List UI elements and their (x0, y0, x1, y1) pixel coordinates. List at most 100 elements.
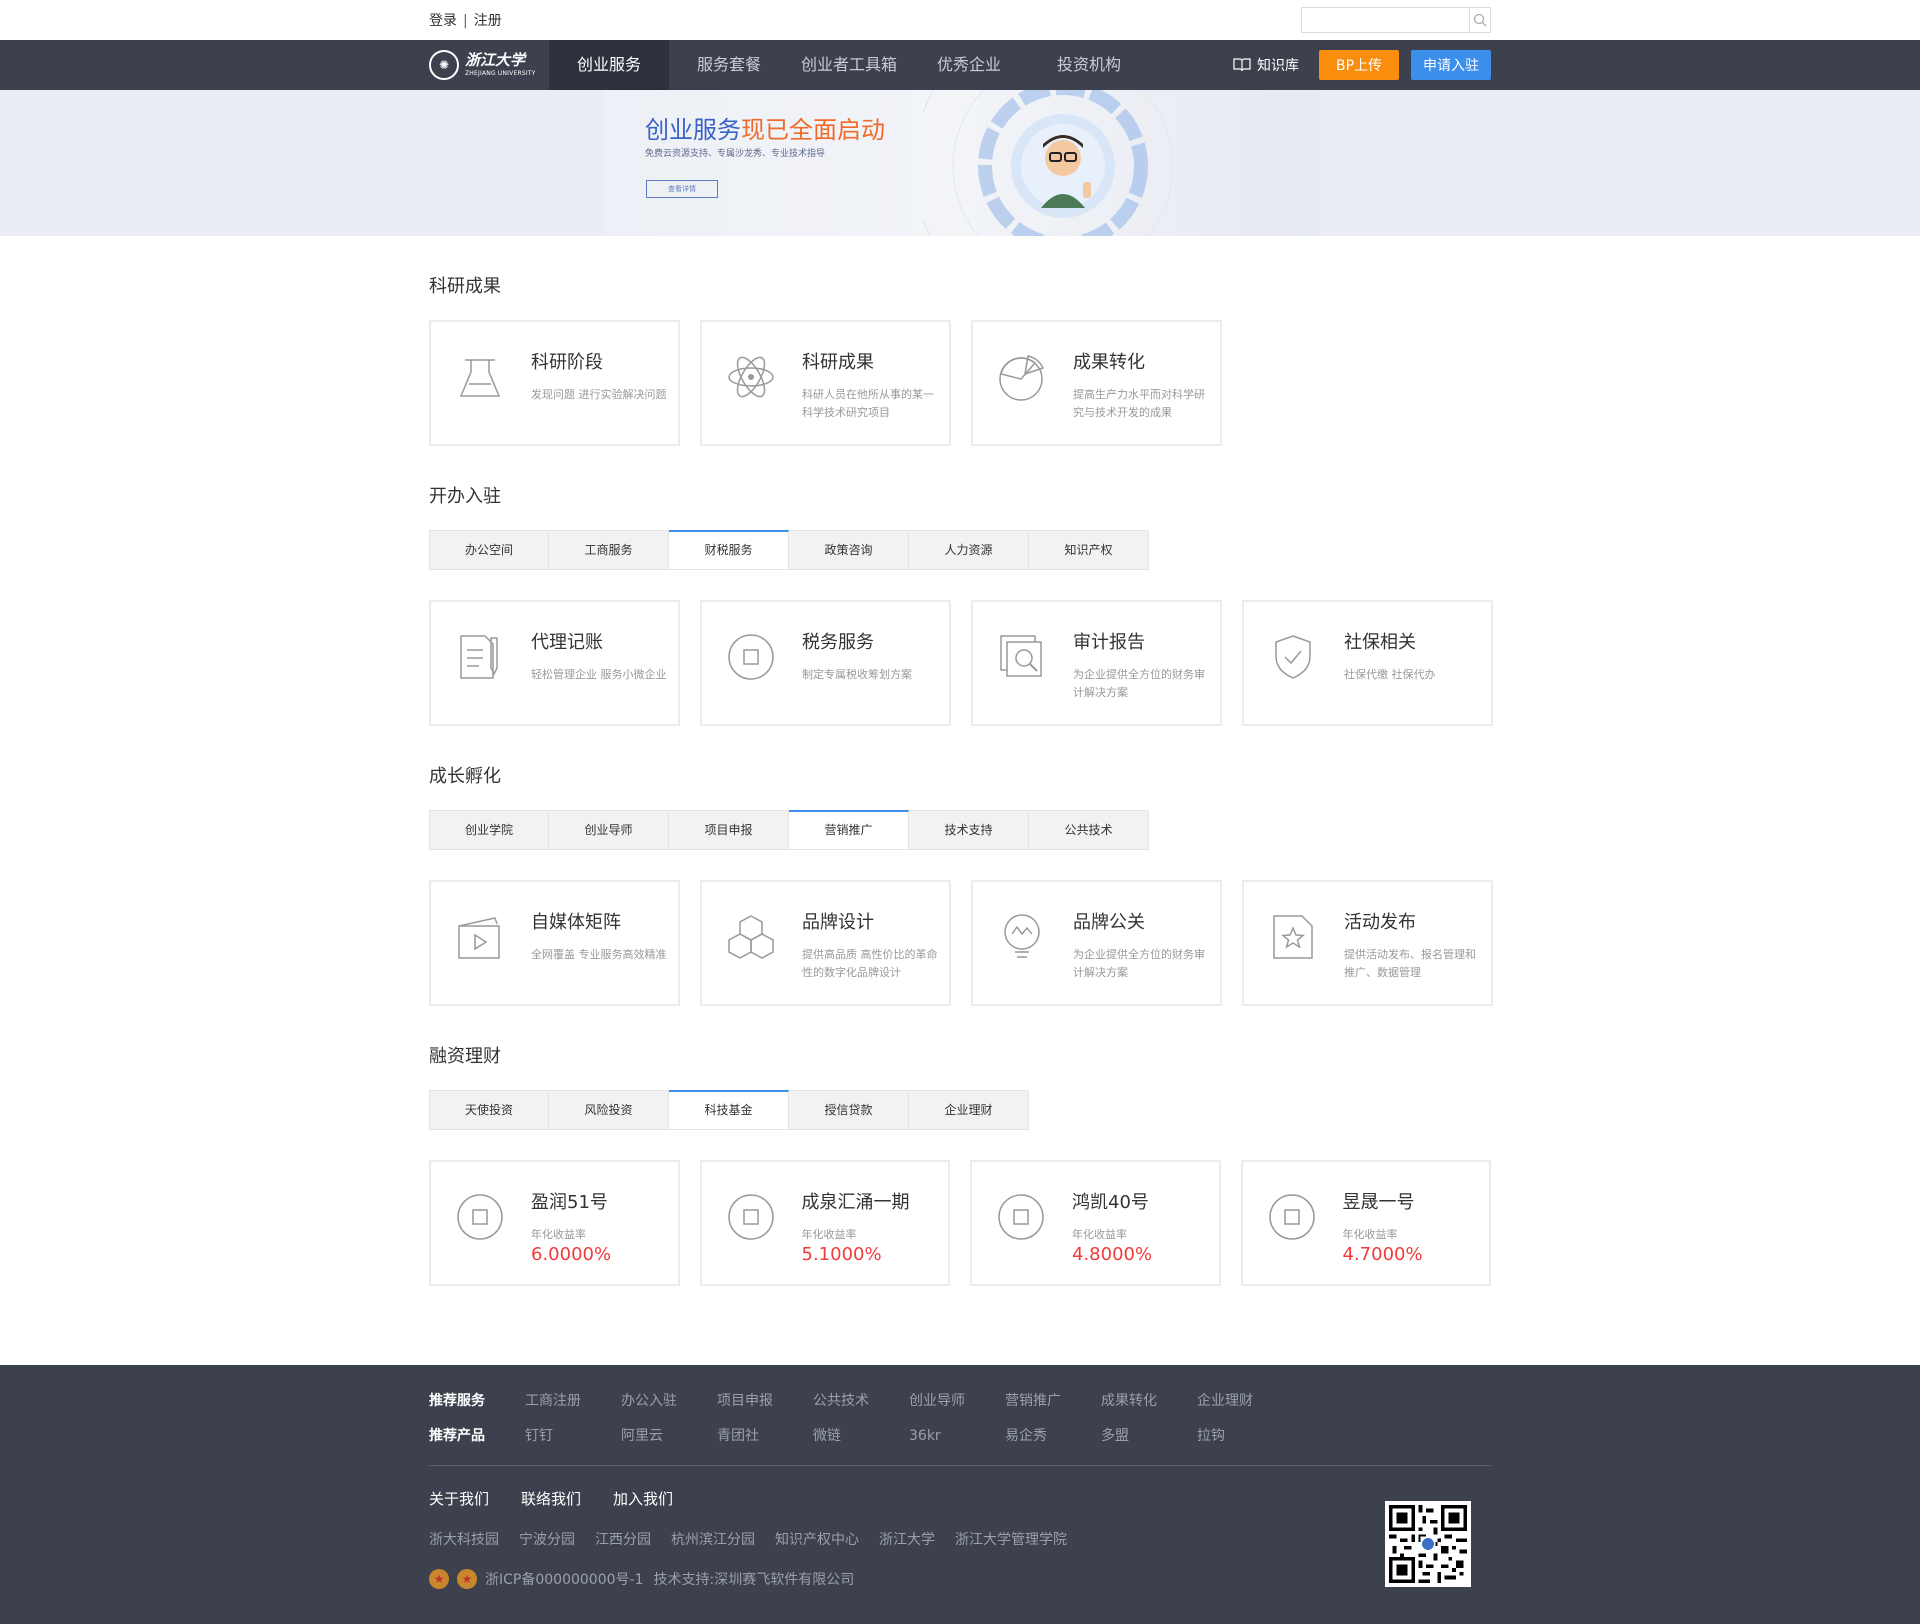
pie-chart-icon (999, 355, 1045, 401)
card-title: 成泉汇涌一期 (801, 1192, 910, 1213)
zju-logo[interactable]: ✺ 浙江大学 ZHEJIANG UNIVERSITY (429, 40, 549, 90)
card-results-transfer[interactable]: 成果转化 提高生产力水平而对科学研究与技术开发的成果 (971, 320, 1222, 446)
footer-link[interactable]: 36kr (909, 1426, 1005, 1461)
footer-link[interactable]: 创业导师 (909, 1391, 1005, 1426)
rate-label: 年化收益率 (1072, 1228, 1127, 1241)
rate-value: 5.1000% (801, 1244, 882, 1265)
rec-services-label: 推荐服务 (429, 1393, 485, 1409)
nav-item-toolbox[interactable]: 创业者工具箱 (789, 40, 909, 90)
tab-angel-investment[interactable]: 天使投资 (429, 1090, 549, 1130)
card-fund-2[interactable]: 成泉汇涌一期年化收益率 5.1000% (699, 1160, 950, 1286)
footer-link[interactable]: 青团社 (717, 1426, 813, 1461)
register-link[interactable]: 注册 (474, 13, 502, 29)
card-fund-4[interactable]: 昱晟一号 年化收益率 4.7000% (1240, 1160, 1491, 1286)
card-fund-3[interactable]: 鸿凯40号 年化收益率 4.8000% (970, 1160, 1221, 1286)
footer-rec-services: 推荐服务 工商注册 办公入驻 项目申报 公共技术 创业导师 营销推广 成果转化 … (429, 1391, 1491, 1426)
partner-link[interactable]: 浙江大学管理学院 (955, 1529, 1067, 1549)
knowledge-base-label: 知识库 (1257, 58, 1299, 74)
card-desc: 提供高品质 高性价比的革命性的数字化品牌设计 (802, 948, 938, 979)
bp-upload-button[interactable]: BP上传 (1319, 50, 1399, 80)
tab-enterprise-wealth[interactable]: 企业理财 (909, 1090, 1029, 1130)
footer-link[interactable]: 成果转化 (1101, 1391, 1197, 1426)
footer-link[interactable]: 公共技术 (813, 1391, 909, 1426)
banner-illustration (923, 90, 1174, 236)
tab-tech-support[interactable]: 技术支持 (909, 810, 1029, 850)
login-link[interactable]: 登录 (429, 13, 457, 29)
tab-venture-investment[interactable]: 风险投资 (549, 1090, 669, 1130)
footer-partners: 浙大科技园 宁波分园 江西分园 杭州滨江分园 知识产权中心 浙江大学 浙江大学管… (429, 1529, 1491, 1549)
about-us-link[interactable]: 关于我们 (429, 1488, 489, 1509)
footer-link[interactable]: 工商注册 (525, 1391, 621, 1426)
tab-office-space[interactable]: 办公空间 (429, 530, 549, 570)
tab-public-tech[interactable]: 公共技术 (1029, 810, 1149, 850)
footer-link[interactable]: 多盟 (1101, 1426, 1197, 1461)
search-input[interactable] (1302, 8, 1469, 32)
card-research-stage[interactable]: 科研阶段发现问题 进行实验解决问题 (429, 320, 680, 446)
contact-us-link[interactable]: 联络我们 (521, 1488, 581, 1509)
cubes-icon (728, 915, 774, 959)
tab-policy-consult[interactable]: 政策咨询 (789, 530, 909, 570)
tab-business-service[interactable]: 工商服务 (549, 530, 669, 570)
footer-link[interactable]: 阿里云 (621, 1426, 717, 1461)
partner-link[interactable]: 江西分园 (595, 1529, 651, 1549)
card-title: 盈润51号 (531, 1192, 608, 1213)
rate-value: 4.8000% (1072, 1244, 1153, 1265)
banner-detail-button[interactable]: 查看详情 (646, 180, 718, 198)
card-brand-pr[interactable]: 品牌公关 为企业提供全方位的财务审计解决方案 (971, 880, 1222, 1006)
tab-project-apply[interactable]: 项目申报 (669, 810, 789, 850)
tab-tech-fund[interactable]: 科技基金 (669, 1090, 789, 1130)
shield-check-icon (1275, 635, 1311, 679)
card-audit-report[interactable]: 审计报告 为企业提供全方位的财务审计解决方案 (971, 600, 1222, 726)
footer-link[interactable]: 营销推广 (1005, 1391, 1101, 1426)
banner-subtitle: 免费云资源支持、专属沙龙秀、专业技术指导 (645, 149, 826, 159)
tab-startup-mentor[interactable]: 创业导师 (549, 810, 669, 850)
card-tax-service[interactable]: 税务服务 制定专属税收筹划方案 (700, 600, 951, 726)
tab-finance-tax[interactable]: 财税服务 (669, 530, 789, 570)
footer-link[interactable]: 微链 (813, 1426, 909, 1461)
partner-link[interactable]: 浙大科技园 (429, 1529, 499, 1549)
nav-item-investors[interactable]: 投资机构 (1029, 40, 1149, 90)
nav-item-service-package[interactable]: 服务套餐 (669, 40, 789, 90)
card-bookkeeping[interactable]: 代理记账 轻松管理企业 服务小微企业 (429, 600, 680, 726)
partner-link[interactable]: 宁波分园 (519, 1529, 575, 1549)
apply-button[interactable]: 申请入驻 (1411, 50, 1491, 80)
card-fund-1[interactable]: 盈润51号 年化收益率 6.0000% (429, 1160, 680, 1286)
knowledge-base-link[interactable]: 知识库 (1233, 55, 1299, 75)
setup-cards: 代理记账 轻松管理企业 服务小微企业 税务服务 制定专属税收筹划方案 审计报告 为企业… (429, 600, 1493, 726)
join-us-link[interactable]: 加入我们 (613, 1488, 673, 1509)
search-button[interactable] (1469, 8, 1490, 32)
tab-credit-loan[interactable]: 授信贷款 (789, 1090, 909, 1130)
footer-link[interactable]: 拉钩 (1197, 1426, 1293, 1461)
qr-code-icon (1389, 1505, 1467, 1583)
card-brand-design[interactable]: 品牌设计 提供高品质 高性价比的革命性的数字化品牌设计 (700, 880, 951, 1006)
card-desc: 科研人员在他所从事的某一科学技术研究项目 (802, 388, 934, 419)
partner-link[interactable]: 杭州滨江分园 (671, 1529, 755, 1549)
footer-link[interactable]: 项目申报 (717, 1391, 813, 1426)
card-research-results[interactable]: 科研成果 科研人员在他所从事的某一科学技术研究项目 (700, 320, 951, 446)
banner-title-b: 现已全面启动 (741, 116, 885, 144)
card-media-matrix[interactable]: 自媒体矩阵 全网覆盖 专业服务高效精准 (429, 880, 680, 1006)
footer-link[interactable]: 企业理财 (1197, 1391, 1293, 1426)
nav-item-excellent-companies[interactable]: 优秀企业 (909, 40, 1029, 90)
rate-label: 年化收益率 (801, 1228, 857, 1241)
tab-ip[interactable]: 知识产权 (1029, 530, 1149, 570)
footer-link[interactable]: 办公入驻 (621, 1391, 717, 1426)
partner-link[interactable]: 浙江大学 (879, 1529, 935, 1549)
tab-hr[interactable]: 人力资源 (909, 530, 1029, 570)
card-desc: 发现问题 进行实验解决问题 (531, 388, 667, 401)
partner-link[interactable]: 知识产权中心 (775, 1529, 859, 1549)
footer-link[interactable]: 易企秀 (1005, 1426, 1101, 1461)
card-title: 科研阶段 (531, 352, 603, 373)
tab-marketing[interactable]: 营销推广 (789, 810, 909, 850)
zju-seal-icon: ✺ (429, 50, 459, 80)
growth-tabs: 创业学院 创业导师 项目申报 营销推广 技术支持 公共技术 (429, 810, 1491, 850)
section-title-growth: 成长孵化 (429, 766, 501, 787)
banner-content: 创业服务现已全面启动 免费云资源支持、专属沙龙秀、专业技术指导 查看详情 (603, 90, 1319, 236)
footer-link[interactable]: 钉钉 (525, 1426, 621, 1461)
footer-rec-products: 推荐产品 钉钉 阿里云 青团社 微链 36kr 易企秀 多盟 拉钩 (429, 1426, 1491, 1461)
card-social-security[interactable]: 社保相关 社保代缴 社保代办 (1242, 600, 1493, 726)
tab-startup-academy[interactable]: 创业学院 (429, 810, 549, 850)
nav-item-startup-service[interactable]: 创业服务 (549, 40, 669, 90)
card-event-publish[interactable]: 活动发布 提供活动发布、报名管理和推广、数据管理 (1242, 880, 1493, 1006)
document-pen-icon (460, 635, 498, 679)
